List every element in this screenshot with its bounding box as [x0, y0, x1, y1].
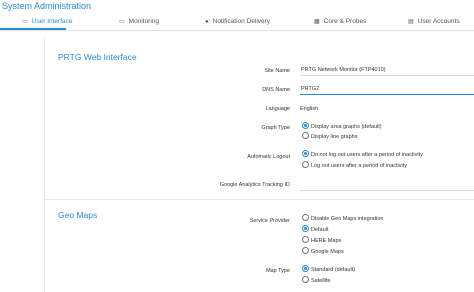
service-provider-label: Service Provider [249, 218, 290, 224]
dns-name-value: PRTG2 [301, 86, 320, 92]
users-icon: ▤ [408, 19, 414, 25]
language-select[interactable]: English [300, 106, 318, 112]
radio-unselected[interactable] [302, 214, 309, 222]
tab-user-accounts[interactable]: ▤ User Accounts [408, 14, 460, 30]
radio-unselected[interactable] [302, 276, 309, 284]
tab-label: Core & Probes [323, 18, 367, 25]
window-title: System Administration [2, 1, 92, 11]
grid-icon: ▦ [314, 19, 320, 25]
automatic-logout-label: Automatic Logout [247, 154, 290, 160]
active-tab-indicator [0, 28, 66, 30]
radio-selected[interactable] [302, 122, 309, 130]
map-type-label: Map Type [265, 268, 290, 274]
option-label: Disable Geo Maps integration [311, 216, 384, 222]
section-title-web-interface: PRTG Web Interface [58, 52, 137, 62]
monitor-icon: ▭ [119, 19, 125, 25]
radio-selected[interactable] [302, 150, 309, 158]
google-analytics-label: Google Analytics Tracking ID [219, 182, 290, 188]
tab-label: User Interface [31, 18, 73, 25]
logout-inactivity-option[interactable]: Log out users after a period of inactivi… [302, 161, 407, 171]
radio-unselected[interactable] [302, 236, 309, 244]
provider-default-option[interactable]: Default [302, 225, 329, 235]
radio-selected[interactable] [302, 265, 309, 273]
provider-disable-option[interactable]: Disable Geo Maps integration [302, 214, 384, 224]
site-name-field[interactable]: PRTG Network Monitor (FTP4010) [300, 65, 474, 76]
graph-type-label: Graph Type [261, 125, 290, 131]
tab-label: Monitoring [128, 18, 160, 25]
tab-notification-delivery[interactable]: ● Notification Delivery [205, 14, 270, 30]
section-title-geo-maps: Geo Maps [58, 210, 98, 220]
option-label: Default [311, 227, 329, 233]
option-label: Display area graphs (default) [311, 124, 382, 130]
map-type-satellite-option[interactable]: Satellite [302, 276, 331, 286]
tab-label: User Accounts [417, 18, 460, 25]
option-label: Display line graphs [311, 134, 358, 140]
radio-unselected[interactable] [302, 132, 309, 140]
google-analytics-field[interactable] [300, 180, 474, 191]
language-label: Language [265, 106, 290, 112]
google-analytics-value [300, 182, 301, 188]
bell-icon: ● [205, 19, 209, 25]
provider-google-option[interactable]: Google Maps [302, 247, 344, 257]
provider-here-option[interactable]: HERE Maps [302, 236, 342, 246]
tab-monitoring[interactable]: ▭ Monitoring [119, 14, 159, 30]
option-label: Google Maps [311, 249, 344, 255]
tab-bar: ▭ User Interface ▭ Monitoring ● Notificatio… [0, 14, 474, 31]
radio-unselected[interactable] [302, 161, 309, 169]
tab-core-probes[interactable]: ▦ Core & Probes [314, 14, 366, 30]
dns-name-label: DNS Name [262, 87, 290, 93]
map-type-standard-option[interactable]: Standard (default) [302, 265, 356, 275]
option-label: HERE Maps [311, 238, 342, 244]
option-label: Do not log out users after a period of i… [311, 152, 423, 158]
option-label: Log out users after a period of inactivi… [311, 163, 407, 169]
ui-icon: ▭ [22, 19, 28, 25]
option-label: Satellite [311, 278, 331, 284]
radio-unselected[interactable] [302, 247, 309, 255]
graph-type-area-option[interactable]: Display area graphs (default) [302, 122, 382, 132]
site-name-value: PRTG Network Monitor (FTP4010) [301, 67, 386, 73]
tab-label: Notification Delivery [212, 18, 271, 25]
dns-name-field[interactable]: PRTG2 [300, 84, 474, 95]
radio-selected[interactable] [302, 225, 309, 233]
section-divider [44, 199, 474, 200]
option-label: Standard (default) [311, 267, 356, 273]
site-name-label: Site Name [264, 68, 290, 74]
logout-never-option[interactable]: Do not log out users after a period of i… [302, 150, 423, 160]
graph-type-line-option[interactable]: Display line graphs [302, 132, 358, 142]
